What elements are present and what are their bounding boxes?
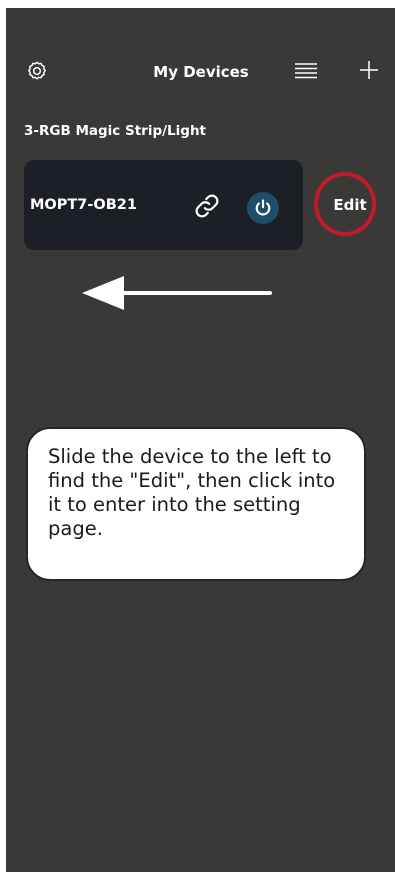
instruction-text: Slide the device to the left to find the… (48, 445, 336, 540)
app-screen: My Devices 3-RGB Magic Strip/Light MOPT7… (6, 8, 395, 872)
swipe-left-arrow (82, 276, 272, 310)
page-title: My Devices (153, 63, 249, 81)
header-bar: My Devices (6, 54, 395, 90)
plus-icon[interactable] (358, 59, 380, 81)
device-name: MOPT7-OB21 (30, 197, 137, 213)
list-icon[interactable] (294, 62, 318, 80)
instruction-callout: Slide the device to the left to find the… (26, 427, 366, 581)
device-card[interactable]: MOPT7-OB21 (24, 160, 303, 250)
device-group-label: 3-RGB Magic Strip/Light (24, 123, 207, 139)
power-button[interactable] (247, 192, 279, 224)
power-icon (255, 199, 271, 216)
highlight-ring (314, 172, 376, 236)
link-icon[interactable] (194, 193, 220, 219)
edit-action[interactable]: Edit (303, 160, 395, 250)
gear-icon[interactable] (26, 60, 48, 82)
page-frame: My Devices 3-RGB Magic Strip/Light MOPT7… (0, 0, 395, 872)
